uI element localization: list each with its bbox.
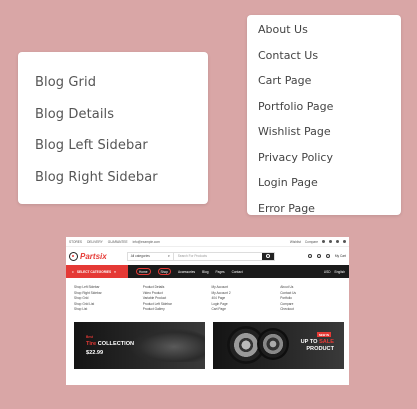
- preview-navbar: ≡ SELECT CATEGORIES ▾ Home Shop Accessor…: [66, 265, 349, 278]
- mega-column: About Us Contact Us Portfolio Compare Ch…: [280, 285, 349, 322]
- nav-shop[interactable]: Shop: [157, 268, 171, 275]
- search-bar: All categories ▾ Search For Products: [126, 251, 275, 261]
- blog-menu-card: Blog Grid Blog Details Blog Left Sidebar…: [18, 52, 208, 204]
- chevron-down-icon: ▾: [168, 254, 170, 258]
- site-logo[interactable]: Partsix: [69, 251, 107, 261]
- nav-contact[interactable]: Contact: [232, 270, 243, 274]
- mega-column: My Account My Account 2 404 Page Login P…: [212, 285, 281, 322]
- search-button[interactable]: [261, 252, 274, 260]
- tire-collection-banner[interactable]: Best Tire COLLECTION $22.99: [74, 322, 205, 369]
- menu-item-blog-grid[interactable]: Blog Grid: [35, 74, 208, 106]
- pages-menu-card: About Us Contact Us Cart Page Portfolio …: [247, 15, 401, 215]
- preview-topbar: STORES DELIVERY GUARANTEE info@example.c…: [66, 237, 349, 247]
- youtube-icon[interactable]: [343, 240, 346, 243]
- nav-accessories[interactable]: Accessories: [178, 270, 195, 274]
- category-select[interactable]: All categories ▾: [128, 252, 174, 260]
- topbar-email[interactable]: info@example.com: [133, 240, 160, 244]
- banner-title-text: COLLECTION: [97, 341, 135, 347]
- menu-item-error-page[interactable]: Error Page: [258, 202, 401, 228]
- banner-title: Tire COLLECTION: [86, 341, 134, 347]
- mega-menu: Shop Left Sidebar Shop Right Sidebar Sho…: [66, 278, 349, 322]
- topbar-link-stores[interactable]: STORES: [69, 240, 82, 244]
- language-select[interactable]: English: [335, 270, 345, 274]
- nav-pages[interactable]: Pages: [216, 270, 225, 274]
- search-input[interactable]: Search For Products: [174, 254, 262, 258]
- banner-title: UP TO SALE: [301, 339, 334, 345]
- mega-link[interactable]: Checkout: [280, 307, 349, 313]
- menu-item-blog-right-sidebar[interactable]: Blog Right Sidebar: [35, 169, 208, 201]
- logo-icon: [69, 251, 78, 261]
- sale-product-banner[interactable]: NEW IN UP TO SALE PRODUCT: [213, 322, 344, 369]
- cart-label[interactable]: My Cart: [335, 254, 346, 258]
- mega-link[interactable]: Cart Page: [212, 307, 281, 313]
- banner-subtitle: PRODUCT: [306, 346, 334, 352]
- menu-item-about-us[interactable]: About Us: [258, 23, 401, 49]
- menu-item-privacy-policy[interactable]: Privacy Policy: [258, 151, 401, 177]
- topbar-compare[interactable]: Compare: [305, 240, 318, 244]
- mega-column: Shop Left Sidebar Shop Right Sidebar Sho…: [74, 285, 143, 322]
- chevron-down-icon: ▾: [114, 269, 116, 274]
- logo-text: Partsix: [80, 251, 107, 261]
- topbar-link-guarantee[interactable]: GUARANTEE: [108, 240, 128, 244]
- select-categories-label: SELECT CATEGORIES: [76, 269, 112, 274]
- mega-link[interactable]: Shop List: [74, 307, 143, 313]
- banner-tag: Best: [86, 335, 93, 339]
- car-image: [129, 328, 205, 362]
- currency-select[interactable]: USD: [324, 270, 331, 274]
- facebook-icon[interactable]: [322, 240, 325, 243]
- mega-column: Product Details Video Product Variable P…: [143, 285, 212, 322]
- banner-title-highlight: SALE: [319, 339, 334, 345]
- menu-item-portfolio-page[interactable]: Portfolio Page: [258, 100, 401, 126]
- banner-price: $22.99: [86, 350, 104, 356]
- twitter-icon[interactable]: [329, 240, 332, 243]
- nav-blog[interactable]: Blog: [202, 270, 208, 274]
- menu-item-blog-details[interactable]: Blog Details: [35, 106, 208, 138]
- category-select-value: All categories: [130, 254, 150, 258]
- menu-item-cart-page[interactable]: Cart Page: [258, 74, 401, 100]
- select-categories-button[interactable]: ≡ SELECT CATEGORIES ▾: [66, 265, 128, 278]
- search-icon: [265, 254, 270, 258]
- cart-icon[interactable]: [325, 254, 330, 258]
- user-icon[interactable]: [307, 254, 312, 258]
- nav-home[interactable]: Home: [136, 268, 151, 275]
- banner-title-text: UP TO: [300, 339, 318, 345]
- promo-banners: Best Tire COLLECTION $22.99 NEW IN UP TO…: [66, 322, 349, 369]
- heart-icon[interactable]: [316, 254, 321, 258]
- banner-badge: NEW IN: [316, 332, 331, 337]
- menu-item-login-page[interactable]: Login Page: [258, 176, 401, 202]
- site-preview-screenshot: STORES DELIVERY GUARANTEE info@example.c…: [66, 237, 349, 385]
- topbar-link-delivery[interactable]: DELIVERY: [87, 240, 103, 244]
- instagram-icon[interactable]: [336, 240, 339, 243]
- wheel-image: [257, 328, 289, 360]
- menu-item-wishlist-page[interactable]: Wishlist Page: [258, 125, 401, 151]
- menu-item-contact-us[interactable]: Contact Us: [258, 49, 401, 75]
- banner-title-highlight: Tire: [86, 341, 97, 347]
- menu-item-blog-left-sidebar[interactable]: Blog Left Sidebar: [35, 137, 208, 169]
- menu-icon: ≡: [72, 269, 74, 274]
- preview-header: Partsix All categories ▾ Search For Prod…: [66, 247, 349, 265]
- mega-link[interactable]: Product Gallery: [143, 307, 212, 313]
- topbar-wishlist[interactable]: Wishlist: [290, 240, 301, 244]
